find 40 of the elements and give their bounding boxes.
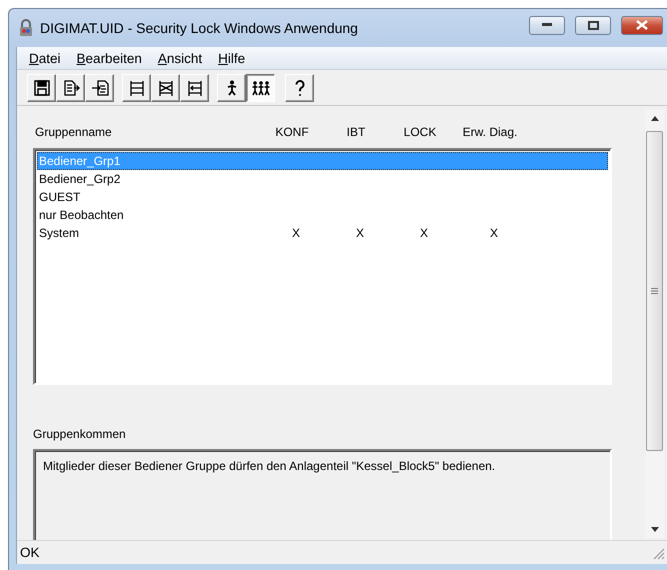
list-row[interactable]: System X X X X — [37, 224, 608, 242]
lock-app-icon — [18, 19, 34, 37]
column-header: IBT — [346, 125, 366, 139]
table-cell-text: Bediener_Grp1 — [39, 154, 122, 168]
maximize-icon — [588, 20, 598, 30]
table-cell-text: X — [488, 226, 499, 240]
column-header: Erw. Diag. — [462, 125, 518, 139]
table-cell-text: nur Beobachten — [39, 208, 125, 222]
table-cell-text: X — [290, 226, 301, 240]
menu-item[interactable]: Ansicht — [150, 50, 210, 66]
close-button[interactable] — [621, 16, 663, 34]
minimize-icon — [542, 23, 552, 27]
list-row[interactable]: nur Beobachten — [37, 206, 608, 224]
table-cell-text: System — [39, 226, 80, 240]
maximize-button[interactable] — [575, 16, 611, 34]
scroll-thumb[interactable] — [646, 131, 663, 451]
column-header: KONF — [274, 125, 310, 139]
toolbar-button[interactable] — [246, 74, 275, 102]
scroll-down-icon[interactable] — [650, 527, 658, 532]
window-title: DIGIMAT.UID - Security Lock Windows Anwendung — [40, 20, 359, 36]
column-header: LOCK — [402, 125, 438, 139]
table-cell-text: X — [418, 226, 429, 240]
scroll-up-icon[interactable] — [650, 116, 658, 121]
status-text: OK — [20, 545, 40, 560]
table-cell-text: X — [354, 226, 365, 240]
resize-grip-icon[interactable] — [651, 546, 665, 560]
field-label: Gruppenkommen — [33, 427, 127, 441]
menu-item[interactable]: Bearbeiten — [68, 50, 150, 66]
menu-item[interactable]: Hilfe — [210, 50, 254, 66]
list-row[interactable]: Bediener_Grp2 — [37, 170, 608, 188]
table-cell-text: GUEST — [39, 190, 82, 204]
table-cell-text: Bediener_Grp2 — [39, 172, 122, 186]
arrow-into-document-icon — [90, 78, 110, 98]
minimize-button[interactable] — [529, 16, 565, 34]
close-icon — [636, 20, 648, 30]
comment-field[interactable]: Mitglieder dieser Bediener Gruppe dürfen den Anlagenteil "Kessel_Block5" bedienen. — [33, 449, 612, 540]
vertical-scrollbar[interactable] — [645, 110, 664, 538]
menu-item[interactable]: Datei — [21, 50, 69, 66]
list-row[interactable]: GUEST — [37, 188, 608, 206]
column-header: Gruppenname — [35, 125, 113, 139]
